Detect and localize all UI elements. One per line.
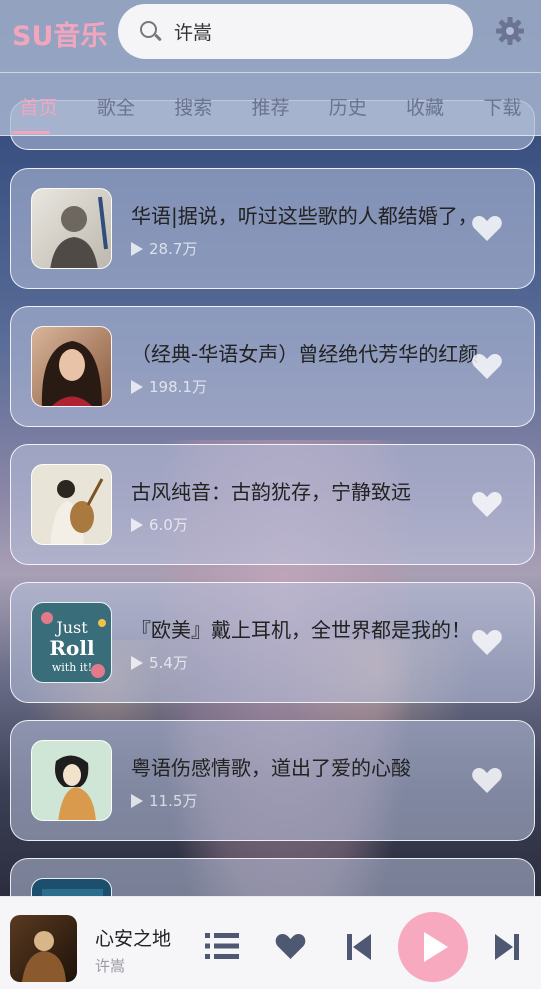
next-track-icon[interactable] [495, 934, 519, 960]
play-button[interactable] [398, 912, 468, 982]
tab-downloads[interactable]: 下载 [464, 73, 541, 136]
tab-all-songs[interactable]: 歌全 [77, 73, 154, 136]
playlist-card[interactable]: Just Roll with it! 『欧美』戴上耳机，全世界都是我的！ 5.4… [10, 582, 535, 703]
svg-text:Just: Just [54, 618, 88, 637]
favorite-heart-icon[interactable] [471, 765, 503, 795]
favorite-heart-icon[interactable] [471, 627, 503, 657]
playlist-card[interactable]: 华语|据说，听过这些歌的人都结婚了， 28.7万 [10, 168, 535, 289]
playlist-list: 华语|据说，听过这些歌的人都结婚了， 28.7万 （经典-华语女声）曾经绝代芳华… [0, 0, 541, 989]
play-count-icon [131, 655, 143, 670]
now-playing-cover[interactable] [10, 915, 77, 982]
play-count: 5.4万 [131, 652, 188, 673]
playlist-title: 『欧美』戴上耳机，全世界都是我的！ [131, 618, 471, 642]
playlist-card[interactable]: 粤语伤感情歌，道出了爱的心酸 11.5万 [10, 720, 535, 841]
playlist-icon[interactable] [205, 933, 239, 959]
favorite-heart-icon[interactable] [471, 489, 503, 519]
tab-favorites[interactable]: 收藏 [386, 73, 463, 136]
app-logo: SU音乐 [12, 21, 108, 52]
play-icon [424, 932, 448, 962]
play-count: 198.1万 [131, 376, 207, 397]
play-count-icon [131, 517, 143, 532]
play-count-icon [131, 379, 143, 394]
favorite-heart-icon[interactable] [471, 213, 503, 243]
search-icon [138, 19, 164, 45]
favorite-heart-icon[interactable] [274, 931, 307, 961]
tab-home[interactable]: 首页 [0, 73, 77, 136]
search-input[interactable]: 许嵩 [118, 4, 473, 59]
tab-bar: 首页 歌全 搜索 推荐 历史 收藏 下载 [0, 72, 541, 136]
playlist-cover [31, 188, 112, 269]
previous-track-icon[interactable] [347, 934, 371, 960]
gear-icon[interactable] [495, 16, 525, 46]
playlist-cover [31, 326, 112, 407]
search-value: 许嵩 [174, 22, 213, 44]
favorite-heart-icon[interactable] [471, 351, 503, 381]
svg-text:Roll: Roll [49, 636, 95, 660]
playlist-title: 粤语伤感情歌，道出了爱的心酸 [131, 756, 411, 780]
player-bar: 心安之地 许嵩 [0, 896, 541, 989]
playlist-card[interactable]: 古风纯音：古韵犹存，宁静致远 6.0万 [10, 444, 535, 565]
playlist-title: （经典-华语女声）曾经绝代芳华的红颜 [131, 342, 479, 366]
now-playing-title: 心安之地 [95, 928, 172, 950]
playlist-cover [31, 740, 112, 821]
playlist-title: 古风纯音：古韵犹存，宁静致远 [131, 480, 411, 504]
app-header: SU音乐 许嵩 首页 歌全 搜索 推荐 历史 收藏 下载 [0, 0, 541, 136]
tab-history[interactable]: 历史 [309, 73, 386, 136]
play-count-icon [131, 793, 143, 808]
playlist-cover: Just Roll with it! [31, 602, 112, 683]
playlist-card[interactable]: （经典-华语女声）曾经绝代芳华的红颜 198.1万 [10, 306, 535, 427]
play-count-icon [131, 241, 143, 256]
playlist-title: 华语|据说，听过这些歌的人都结婚了， [131, 204, 478, 228]
play-count: 6.0万 [131, 514, 188, 535]
tab-search[interactable]: 搜索 [155, 73, 232, 136]
tab-recommend[interactable]: 推荐 [232, 73, 309, 136]
now-playing-artist: 许嵩 [95, 957, 126, 975]
svg-text:with it!: with it! [52, 661, 92, 674]
play-count: 28.7万 [131, 238, 197, 259]
playlist-cover [31, 464, 112, 545]
play-count: 11.5万 [131, 790, 197, 811]
